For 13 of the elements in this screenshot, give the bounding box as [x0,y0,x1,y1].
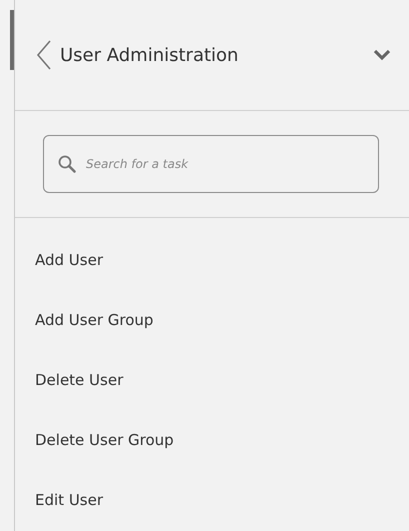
chevron-down-icon [373,49,391,61]
collapse-button[interactable] [373,49,391,61]
task-item[interactable]: Delete User Group [15,410,235,470]
panel-title: User Administration [60,44,240,66]
task-item[interactable]: Delete User [15,350,235,410]
search-field[interactable]: Search for a task [43,135,379,193]
task-item[interactable]: Edit User [15,470,235,530]
scroll-thumb[interactable] [10,10,14,70]
task-item[interactable]: Add User [15,230,235,290]
search-icon [57,154,77,174]
chevron-left-icon [36,40,52,70]
back-button[interactable] [36,40,52,70]
task-item[interactable]: Add User Group [15,290,235,350]
